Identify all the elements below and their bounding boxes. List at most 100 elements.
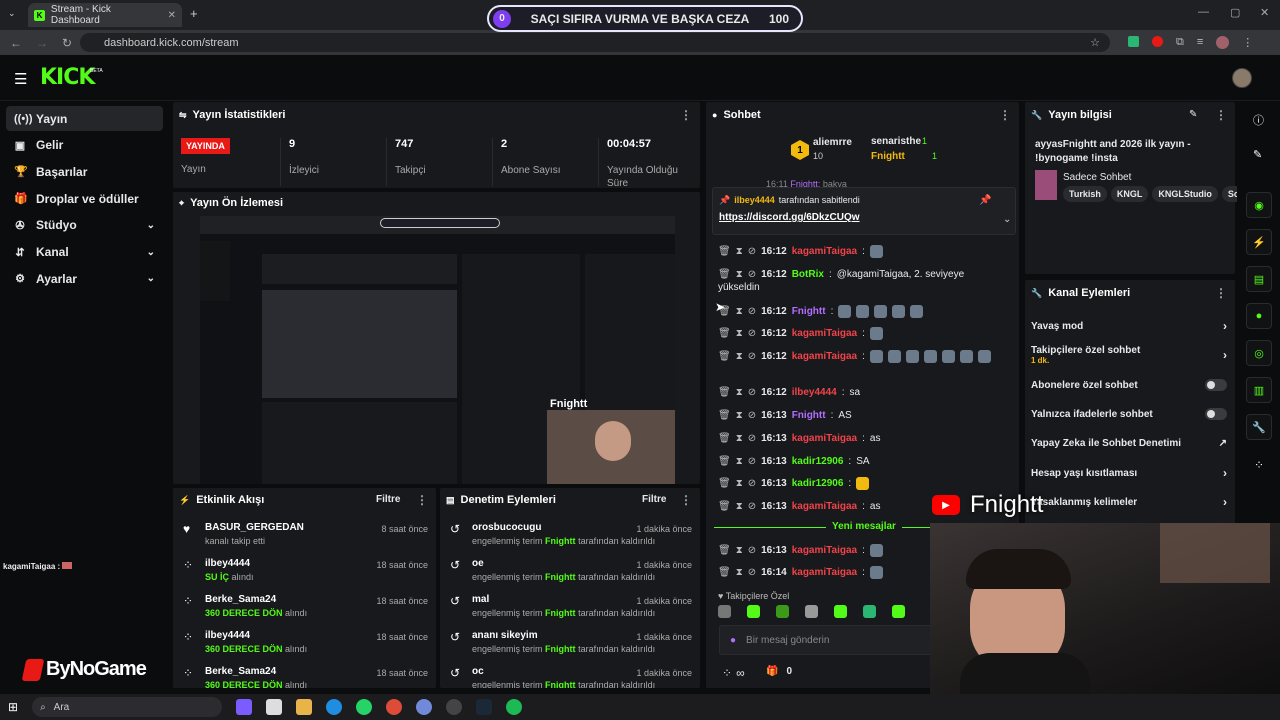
chat-message[interactable]: 🗑 ⧗ ⊘ 16:13 kadir12906: SA: [718, 451, 1018, 471]
ban-icon[interactable]: ⊘: [748, 306, 756, 317]
puzzle-icon[interactable]: ⧉: [1176, 36, 1184, 49]
top-gifter-name[interactable]: Fnightt: [871, 151, 905, 162]
copilot-icon[interactable]: [236, 699, 253, 715]
taskbar-search[interactable]: ⌕ Ara: [32, 697, 223, 717]
hamburger-menu-icon[interactable]: ☰: [14, 70, 27, 88]
channel-action-item[interactable]: Takipçilere özel sohbet 1 dk. ›: [1031, 345, 1227, 365]
chat-username[interactable]: kagamiTaigaa: [792, 351, 857, 362]
expand-chevron-icon[interactable]: ⌄: [1003, 214, 1011, 225]
more-options-icon[interactable]: ⋮: [680, 108, 692, 122]
channel-action-item[interactable]: Abonelere özel sohbet: [1031, 375, 1227, 395]
activity-item[interactable]: ⁘ ilbey4444 360 DERECE DÖN alındı 18 saat ö…: [183, 630, 436, 666]
spotify-icon[interactable]: [506, 699, 523, 715]
ban-icon[interactable]: ⊘: [748, 328, 756, 339]
chat-username[interactable]: kagamiTaigaa: [792, 328, 857, 339]
sidebar-item-5[interactable]: ⇵ Kanal ⌄: [6, 240, 163, 265]
stream-preview-video[interactable]: Fnightt: [200, 216, 675, 484]
chat-message[interactable]: 🗑 ⧗ ⊘ 16:12 BotRix: @kagamiTaigaa, 2. seviyey…: [718, 264, 1018, 284]
channel-action-item[interactable]: Yapay Zeka ile Sohbet Denetimi ↗: [1031, 433, 1227, 453]
chevron-down-icon[interactable]: ⌄: [147, 273, 155, 284]
menu-list-icon[interactable]: ≡: [1197, 36, 1203, 49]
delete-icon[interactable]: 🗑: [718, 545, 731, 556]
windows-start-icon[interactable]: ⊞: [8, 700, 18, 714]
chat-icon[interactable]: ●: [1246, 303, 1272, 329]
channel-action-item[interactable]: Yavaş mod ›: [1031, 316, 1227, 336]
activity-filter-button[interactable]: Filtre: [376, 494, 400, 505]
kick-logo[interactable]: KICK: [40, 65, 95, 90]
ban-icon[interactable]: ⊘: [748, 269, 756, 280]
layout-icon[interactable]: ▥: [1246, 377, 1272, 403]
ban-icon[interactable]: ⊘: [748, 545, 756, 556]
timeout-icon[interactable]: ⧗: [736, 456, 743, 467]
sidebar-item-2[interactable]: 🏆 Başarılar: [6, 159, 163, 184]
chat-message[interactable]: 🗑 ⧗ ⊘ 16:12 ilbey4444: sa: [718, 382, 1018, 402]
pinned-message[interactable]: 📌 ilbey4444 tarafından sabitlendi https:…: [712, 187, 1016, 235]
chat-message[interactable]: 🗑 ⧗ ⊘ 16:12 kagamiTaigaa:: [718, 323, 1018, 343]
emote[interactable]: [805, 605, 818, 618]
chat-message[interactable]: 🗑 ⧗ ⊘ 16:13 Fnightt: AS: [718, 405, 1018, 425]
activity-item[interactable]: ♥ BASUR_GERGEDAN kanalı takip etti 8 saat ö…: [183, 522, 436, 558]
timeout-icon[interactable]: ⧗: [736, 433, 743, 444]
delete-icon[interactable]: 🗑: [718, 269, 731, 280]
sidebar-item-3[interactable]: 🎁 Droplar ve ödüller: [6, 186, 163, 211]
edit-pencil-icon[interactable]: ✎: [1189, 109, 1197, 120]
ban-icon[interactable]: ⊘: [748, 433, 756, 444]
timeout-icon[interactable]: ⧗: [736, 387, 743, 398]
chat-message[interactable]: 🗑 ⧗ ⊘ 16:12 kagamiTaigaa:: [718, 346, 1018, 366]
chat-username[interactable]: BotRix: [792, 269, 824, 280]
chrome-icon[interactable]: [386, 699, 403, 715]
activity-item[interactable]: ⁘ ilbey4444 SU İÇ alındı 18 saat önce: [183, 558, 436, 594]
timeout-icon[interactable]: ⧗: [736, 410, 743, 421]
more-options-icon[interactable]: ⋮: [1215, 286, 1227, 300]
more-options-icon[interactable]: ⋮: [416, 493, 428, 507]
wrench-icon[interactable]: 🔧: [1246, 414, 1272, 440]
delete-icon[interactable]: 🗑: [718, 456, 731, 467]
close-window-icon[interactable]: ✕: [1260, 6, 1269, 19]
chat-username[interactable]: kadir12906: [792, 456, 844, 467]
tag-chip[interactable]: KNGL: [1110, 186, 1149, 202]
points-display[interactable]: ⁘ ∞: [722, 666, 745, 680]
timeout-icon[interactable]: ⧗: [736, 351, 743, 362]
delete-icon[interactable]: 🗑: [718, 351, 731, 362]
whatsapp-icon[interactable]: [356, 699, 373, 715]
timeout-icon[interactable]: ⧗: [736, 501, 743, 512]
sidebar-item-0[interactable]: ((•)) Yayın: [6, 106, 163, 131]
activity-item[interactable]: ⁘ Berke_Sama24 360 DERECE DÖN alındı 18 saa…: [183, 594, 436, 630]
timeout-icon[interactable]: ⧗: [736, 545, 743, 556]
chat-message[interactable]: 🗑 ⧗ ⊘ 16:13 kadir12906:: [718, 473, 1018, 493]
more-options-icon[interactable]: ⋮: [999, 108, 1011, 122]
delete-icon[interactable]: 🗑: [718, 567, 731, 578]
ban-icon[interactable]: ⊘: [748, 410, 756, 421]
chat-username[interactable]: Fnightt: [792, 410, 826, 421]
delete-icon[interactable]: 🗑: [718, 387, 731, 398]
ban-icon[interactable]: ⊘: [748, 501, 756, 512]
external-link-icon[interactable]: ↗: [1219, 438, 1227, 449]
ban-icon[interactable]: ⊘: [748, 351, 756, 362]
profile-avatar[interactable]: [1216, 36, 1230, 49]
chevron-right-icon[interactable]: ›: [1223, 319, 1227, 333]
chevron-right-icon[interactable]: ›: [1223, 466, 1227, 480]
channel-action-item[interactable]: Hesap yaşı kısıtlaması ›: [1031, 463, 1227, 483]
back-icon[interactable]: ←: [10, 36, 22, 50]
delete-icon[interactable]: 🗑: [718, 501, 731, 512]
channel-action-item[interactable]: Yasaklanmış kelimeler ›: [1031, 492, 1227, 512]
channel-action-item[interactable]: Yalnızca ifadelerle sohbet: [1031, 404, 1227, 424]
tab-search-icon[interactable]: ⌄: [8, 8, 16, 19]
ban-icon[interactable]: ⊘: [748, 567, 756, 578]
minimize-icon[interactable]: —: [1198, 6, 1209, 18]
steam-icon[interactable]: [476, 699, 493, 715]
chat-message[interactable]: 🗑 ⧗ ⊘ 16:12 kagamiTaigaa:: [718, 241, 1018, 261]
sidebar-item-6[interactable]: ⚙ Ayarlar ⌄: [6, 266, 163, 291]
emote[interactable]: [892, 605, 905, 618]
pencil-icon[interactable]: ✎: [1253, 148, 1262, 161]
unpin-icon[interactable]: 📌: [979, 195, 991, 206]
close-tab-icon[interactable]: ✕: [168, 10, 176, 21]
moderation-item[interactable]: ↺ oe engellenmiş terim Fnightt tarafından …: [450, 558, 700, 594]
url-field[interactable]: dashboard.kick.com/stream ☆: [80, 33, 1110, 52]
ban-icon[interactable]: ⊘: [748, 246, 756, 257]
chat-message[interactable]: 🗑 ⧗ ⊘ 16:12 Fnightt:: [718, 301, 1018, 321]
chevron-down-icon[interactable]: ⌄: [147, 220, 155, 231]
ban-icon[interactable]: ⊘: [748, 387, 756, 398]
browser-tab[interactable]: K Stream - Kick Dashboard ✕: [28, 3, 182, 27]
group-icon[interactable]: ⁘: [1254, 458, 1264, 472]
